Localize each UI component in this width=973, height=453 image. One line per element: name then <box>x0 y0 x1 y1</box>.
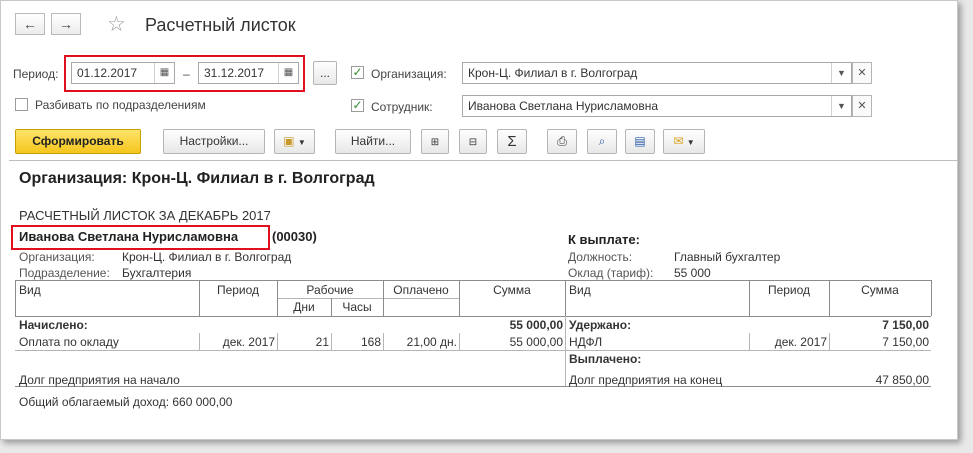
row-col-border <box>565 316 566 386</box>
debt-start-label: Долг предприятия на начало <box>19 373 180 387</box>
organization-label: Организация: <box>371 67 447 81</box>
report-area: Организация: Крон-Ц. Филиал в г. Волгогр… <box>9 160 957 439</box>
org-key: Организация: <box>19 250 95 264</box>
position-key: Должность: <box>568 250 633 264</box>
expand-groups-button[interactable]: ⊞ <box>421 129 449 154</box>
employee-clear-button[interactable]: ✕ <box>852 95 872 117</box>
back-button[interactable]: ← <box>15 13 45 35</box>
send-menu-button[interactable]: ✉ ▼ <box>663 129 705 154</box>
forward-button[interactable]: → <box>51 13 81 35</box>
position-value: Главный бухгалтер <box>674 250 781 264</box>
header-sum-right: Сумма <box>861 283 899 297</box>
print-button[interactable]: ⎙ <box>547 129 577 154</box>
col-border <box>15 280 16 316</box>
split-by-department-checkbox[interactable]: ✓ <box>15 98 28 111</box>
highlight-frame-period <box>64 55 305 92</box>
employee-checkbox[interactable]: ✓ <box>351 99 364 112</box>
paid-out-label: Выплачено: <box>569 352 642 366</box>
withheld-label: Удержано: <box>569 318 632 332</box>
window-title: Расчетный листок <box>145 15 296 35</box>
header-sum: Сумма <box>493 283 531 297</box>
employee-field[interactable]: Иванова Светлана Нурисламовна ▼ <box>462 95 852 117</box>
chevron-down-icon[interactable]: ▼ <box>831 63 851 83</box>
accrued-label: Начислено: <box>19 318 88 332</box>
generate-button[interactable]: Сформировать <box>15 129 141 154</box>
table-row-hours: 168 <box>360 335 381 349</box>
favorite-star-icon[interactable]: ☆ <box>107 12 126 37</box>
organization-clear-button[interactable]: ✕ <box>852 62 872 84</box>
collapse-groups-button[interactable]: ⊟ <box>459 129 487 154</box>
dept-key: Подразделение: <box>19 266 110 280</box>
chevron-down-icon[interactable]: ▼ <box>831 96 851 116</box>
taxable-income: Общий облагаемый доход: 660 000,00 <box>19 395 233 409</box>
org-value: Крон-Ц. Филиал в г. Волгоград <box>122 250 292 264</box>
floppy-disk-icon: ▤ <box>634 134 646 148</box>
accrued-total: 55 000,00 <box>509 318 563 332</box>
group-collapse-icon: ⊟ <box>468 137 478 148</box>
employee-value: Иванова Светлана Нурисламовна <box>468 99 658 113</box>
to-pay-label: К выплате: <box>568 232 640 247</box>
report-org-title: Организация: Крон-Ц. Филиал в г. Волгогр… <box>19 170 375 187</box>
table-row-days: 21 <box>315 335 329 349</box>
table-row-period: дек. 2017 <box>222 335 275 349</box>
report-subtitle: РАСЧЕТНЫЙ ЛИСТОК ЗА ДЕКАБРЬ 2017 <box>19 208 271 223</box>
variants-menu-button[interactable]: ▣ ▼ <box>274 129 315 154</box>
salary-value: 55 000 <box>674 266 711 280</box>
table-top-border <box>15 280 931 281</box>
highlight-frame-name <box>11 225 270 250</box>
header-period: Период <box>216 283 260 297</box>
envelope-icon: ✉ <box>673 134 684 148</box>
table-row-sum: 55 000,00 <box>509 335 563 349</box>
rows-bottom-border <box>15 350 931 351</box>
chevron-down-icon: ▼ <box>686 138 695 147</box>
period-select-button[interactable]: ... <box>313 61 337 85</box>
header-days: Дни <box>293 300 315 314</box>
sum-icon: Σ <box>507 133 517 150</box>
worked-subheader-border <box>277 298 459 299</box>
col-border <box>565 280 566 316</box>
preview-icon: ⌕ <box>598 134 606 148</box>
table-row-kind: Оплата по окладу <box>19 335 119 349</box>
save-button[interactable]: ▤ <box>625 129 655 154</box>
organization-field[interactable]: Крон-Ц. Филиал в г. Волгоград ▼ <box>462 62 852 84</box>
split-by-department-label: Разбивать по подразделениям <box>35 98 206 112</box>
printer-icon: ⎙ <box>557 134 567 148</box>
settings-button[interactable]: Настройки... <box>163 129 265 154</box>
table-row-sum-right: 7 150,00 <box>882 335 929 349</box>
employee-code: (00030) <box>272 229 317 244</box>
organization-value: Крон-Ц. Филиал в г. Волгоград <box>468 66 638 80</box>
col-border <box>931 280 932 316</box>
header-period-right: Период <box>767 283 811 297</box>
debt-end-label: Долг предприятия на конец <box>569 373 723 387</box>
table-row-period-right: дек. 2017 <box>774 335 827 349</box>
table-header-border <box>15 316 931 317</box>
folder-icon: ▣ <box>283 134 295 148</box>
withheld-total: 7 150,00 <box>882 318 929 332</box>
period-label: Период: <box>13 67 59 81</box>
organization-checkbox[interactable]: ✓ <box>351 66 364 79</box>
salary-key: Оклад (тариф): <box>568 266 654 280</box>
table-row-kind-right: НДФЛ <box>569 335 603 349</box>
dept-value: Бухгалтерия <box>122 266 192 280</box>
header-hours: Часы <box>342 300 372 314</box>
group-expand-icon: ⊞ <box>430 137 440 148</box>
debt-end-value: 47 850,00 <box>875 373 929 387</box>
chevron-down-icon: ▼ <box>297 138 306 147</box>
header-paid: Оплачено <box>393 283 449 297</box>
header-kind: Вид <box>19 283 41 297</box>
employee-label: Сотрудник: <box>371 100 433 114</box>
find-button[interactable]: Найти... <box>335 129 411 154</box>
table-row-paid: 21,00 дн. <box>406 335 457 349</box>
header-worked: Рабочие <box>306 283 354 297</box>
preview-button[interactable]: ⌕ <box>587 129 617 154</box>
sum-button[interactable]: Σ <box>497 129 527 154</box>
header-kind-right: Вид <box>569 283 591 297</box>
payslip-window: ← → ☆ Расчетный листок Период: 01.12.201… <box>0 0 958 440</box>
